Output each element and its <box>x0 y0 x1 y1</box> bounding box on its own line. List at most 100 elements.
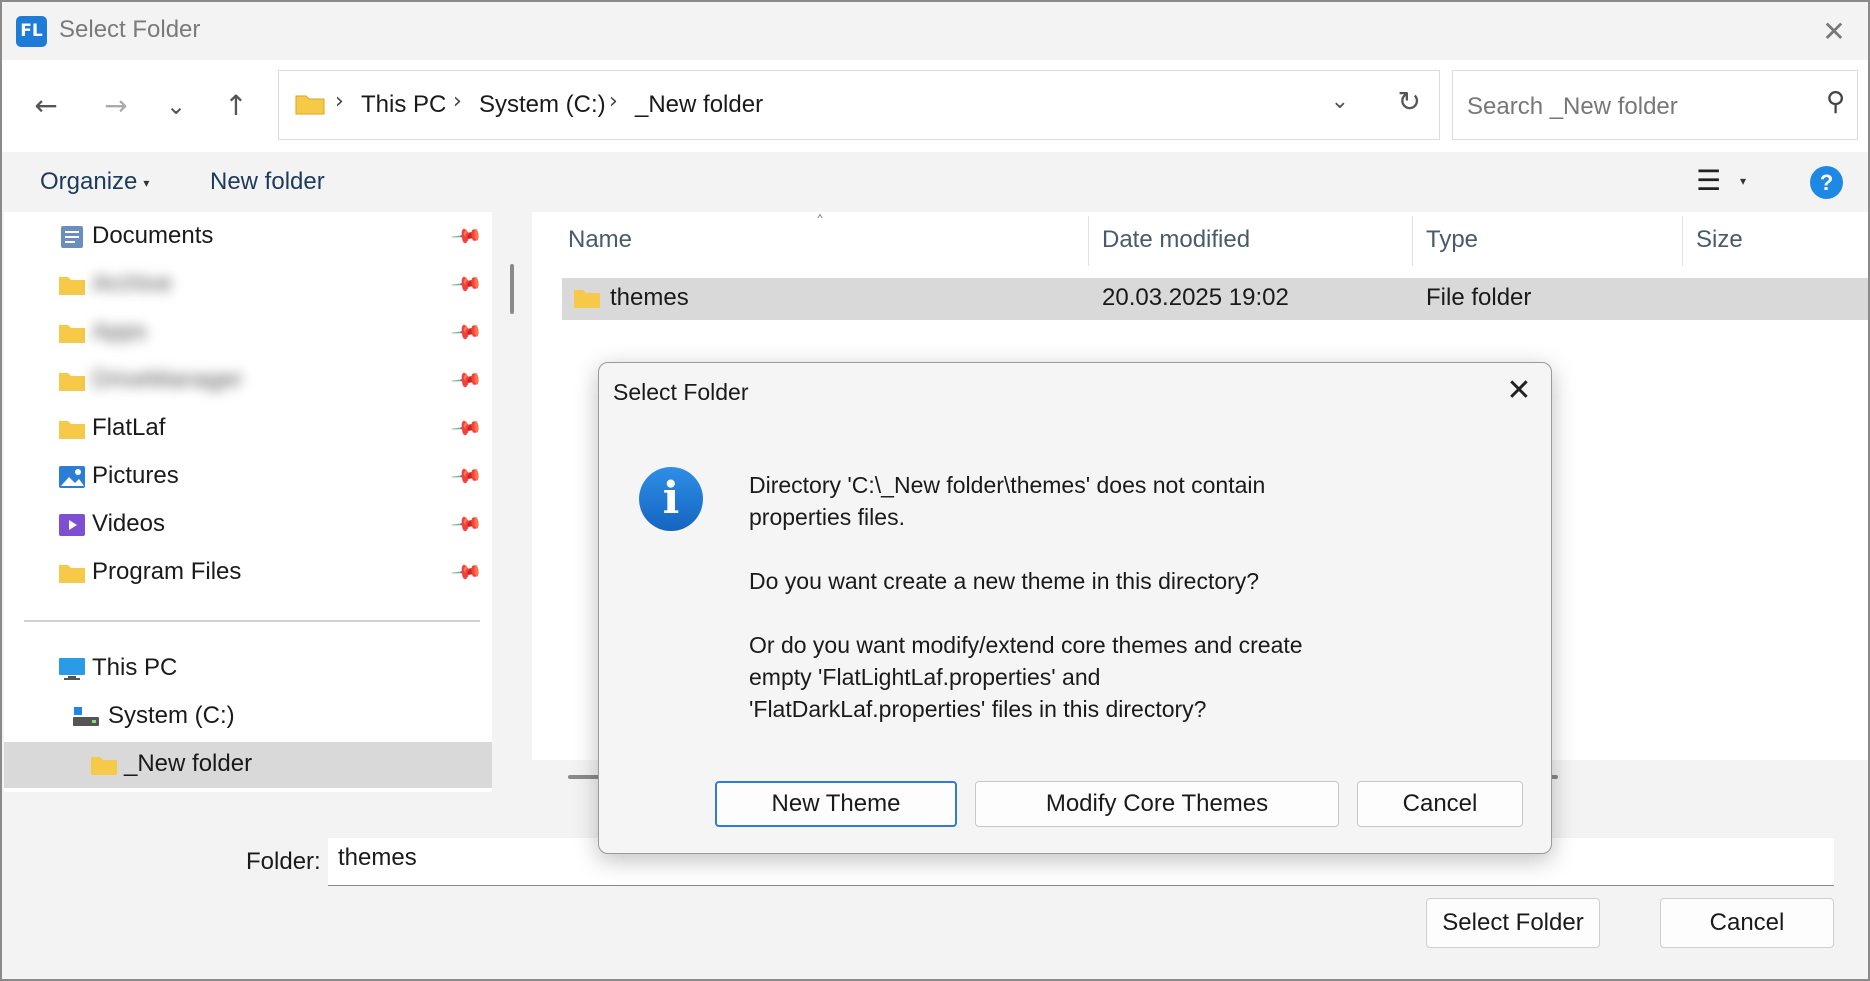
column-separator[interactable] <box>1682 216 1683 266</box>
new-folder-button[interactable]: New folder <box>210 168 325 196</box>
window-title: Select Folder <box>59 16 201 43</box>
sidebar-item-label: Pictures <box>92 462 179 489</box>
column-header-type[interactable]: Type <box>1426 226 1478 254</box>
folder-icon <box>91 757 117 775</box>
help-icon[interactable]: ? <box>1810 166 1843 199</box>
pin-icon[interactable]: 📌 <box>450 411 485 445</box>
file-date: 20.03.2025 19:02 <box>1102 284 1289 311</box>
table-row[interactable]: themes 20.03.2025 19:02 File folder <box>562 278 1868 320</box>
videos-icon <box>59 514 85 536</box>
title-bar: FL Select Folder ✕ <box>2 2 1868 60</box>
dialog-close-button[interactable]: ✕ <box>1499 371 1539 411</box>
folder-icon <box>59 373 85 391</box>
search-input[interactable]: Search _New folder <box>1467 93 1678 121</box>
dialog-message-line: Or do you want modify/extend core themes… <box>749 632 1303 658</box>
column-separator[interactable] <box>1088 216 1089 266</box>
breadcrumb-separator: › <box>609 89 618 114</box>
breadcrumb-new-folder[interactable]: _New folder <box>635 91 763 119</box>
sidebar-item-label: Archive <box>92 270 173 297</box>
chevron-down-icon[interactable]: ⌄ <box>1331 89 1349 114</box>
pin-icon[interactable]: 📌 <box>450 267 485 301</box>
column-header-size[interactable]: Size <box>1696 226 1743 254</box>
back-button[interactable]: ← <box>24 84 68 128</box>
folder-icon <box>59 277 85 295</box>
sidebar-item-label: _New folder <box>124 750 253 777</box>
sort-ascending-icon: ˄ <box>816 212 824 231</box>
folder-field-label: Folder: <box>246 848 321 875</box>
sidebar-item-label: This PC <box>92 654 178 681</box>
address-bar[interactable]: › This PC › System (C:) › _New folder ⌄ … <box>278 70 1440 140</box>
pin-icon[interactable]: 📌 <box>450 315 485 349</box>
computer-icon <box>59 658 85 680</box>
sidebar-item-label: Documents <box>92 222 214 249</box>
organize-label: Organize <box>40 168 138 195</box>
caret-down-icon[interactable]: ▾ <box>1740 174 1746 188</box>
new-theme-button[interactable]: New Theme <box>715 781 957 827</box>
sidebar-item-apps[interactable]: Apps 📌 <box>4 310 492 356</box>
breadcrumb-separator: › <box>335 89 344 114</box>
refresh-icon[interactable]: ↻ <box>1398 85 1421 118</box>
caret-down-icon: ▾ <box>143 175 150 190</box>
folder-icon <box>59 421 85 439</box>
dialog-message-line: properties files. <box>749 504 905 530</box>
search-icon[interactable]: ⚲ <box>1826 87 1845 117</box>
sidebar-item-new-folder[interactable]: _New folder <box>4 742 492 788</box>
sidebar-item-pictures[interactable]: Pictures 📌 <box>4 454 492 500</box>
pin-icon[interactable]: 📌 <box>450 459 485 493</box>
column-header-date-modified[interactable]: Date modified <box>1102 226 1250 254</box>
sidebar-item-label: Program Files <box>92 558 242 585</box>
up-button[interactable]: ↑ <box>214 84 258 128</box>
breadcrumb-separator: › <box>453 89 462 114</box>
organize-menu[interactable]: Organize ▾ <box>40 168 149 196</box>
column-header-name[interactable]: Name <box>568 226 632 254</box>
sidebar-item-flatlaf[interactable]: FlatLaf 📌 <box>4 406 492 452</box>
sidebar-item-system-c[interactable]: System (C:) <box>4 694 492 740</box>
pin-icon[interactable]: 📌 <box>450 555 485 589</box>
documents-icon <box>61 226 83 248</box>
select-folder-button[interactable]: Select Folder <box>1426 898 1600 948</box>
navigation-pane: Documents 📌 Archive 📌 Apps 📌 DriveManage… <box>4 212 492 792</box>
recent-locations-button[interactable]: ⌄ <box>154 84 198 128</box>
forward-button[interactable]: → <box>94 84 138 128</box>
select-folder-window: FL Select Folder ✕ ← → ⌄ ↑ › This PC › S… <box>0 0 1870 981</box>
sidebar-item-drivemanager[interactable]: DriveManager 📌 <box>4 358 492 404</box>
view-options-icon[interactable]: ☰ <box>1696 164 1721 197</box>
dialog-title: Select Folder <box>613 379 749 405</box>
sidebar-item-program-files[interactable]: Program Files 📌 <box>4 550 492 596</box>
pin-icon[interactable]: 📌 <box>450 219 485 253</box>
window-close-button[interactable]: ✕ <box>1814 12 1854 52</box>
app-logo-icon: FL <box>16 16 47 47</box>
sidebar-item-label: DriveManager <box>92 366 243 393</box>
sidebar-item-label: System (C:) <box>108 702 235 729</box>
sidebar-divider <box>24 620 480 622</box>
pictures-icon <box>59 466 85 488</box>
sidebar-scrollbar[interactable] <box>496 212 530 792</box>
navigation-bar: ← → ⌄ ↑ › This PC › System (C:) › _New f… <box>2 60 1868 152</box>
sidebar-item-label: Apps <box>92 318 147 345</box>
folder-icon <box>59 325 85 343</box>
sidebar-item-label: FlatLaf <box>92 414 166 441</box>
sidebar-item-documents[interactable]: Documents 📌 <box>4 214 492 260</box>
pin-icon[interactable]: 📌 <box>450 507 485 541</box>
dialog-message-line: 'FlatDarkLaf.properties' files in this d… <box>749 696 1207 722</box>
sidebar-item-label: Videos <box>92 510 165 537</box>
scrollbar-thumb[interactable] <box>510 264 514 314</box>
breadcrumb-this-pc[interactable]: This PC <box>361 91 446 119</box>
file-name: themes <box>610 284 689 311</box>
cancel-button[interactable]: Cancel <box>1660 898 1834 948</box>
sidebar-item-this-pc[interactable]: This PC <box>4 646 492 692</box>
folder-icon <box>59 565 85 583</box>
breadcrumb-system-c[interactable]: System (C:) <box>479 91 606 119</box>
modify-core-themes-button[interactable]: Modify Core Themes <box>975 781 1339 827</box>
info-icon: i <box>639 467 703 531</box>
column-separator[interactable] <box>1412 216 1413 266</box>
sidebar-item-videos[interactable]: Videos 📌 <box>4 502 492 548</box>
file-type: File folder <box>1426 284 1532 311</box>
sidebar-item-archive[interactable]: Archive 📌 <box>4 262 492 308</box>
folder-icon <box>295 95 325 115</box>
pin-icon[interactable]: 📌 <box>450 363 485 397</box>
dialog-message-line: empty 'FlatLightLaf.properties' and <box>749 664 1101 690</box>
search-box[interactable]: Search _New folder ⚲ <box>1452 70 1858 140</box>
dialog-cancel-button[interactable]: Cancel <box>1357 781 1523 827</box>
confirm-dialog: Select Folder ✕ i Directory 'C:\_New fol… <box>598 362 1552 854</box>
